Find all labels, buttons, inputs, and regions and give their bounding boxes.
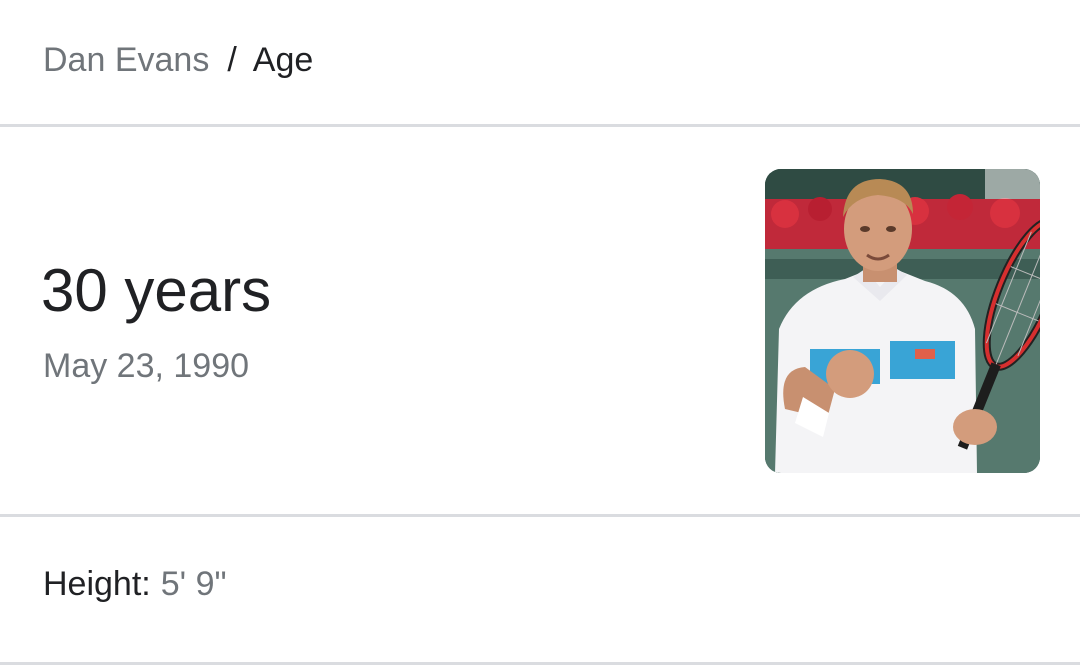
- breadcrumb-current: Age: [252, 41, 314, 79]
- divider: [0, 124, 1080, 127]
- knowledge-panel: Dan Evans / Age 30 years May 23, 1990 He…: [0, 0, 1080, 666]
- fact-value: 5' 9": [160, 565, 227, 603]
- breadcrumb-separator: /: [227, 41, 237, 79]
- breadcrumb: Dan Evans / Age: [43, 38, 313, 82]
- fact-label[interactable]: Height:: [43, 565, 151, 603]
- divider: [0, 662, 1080, 665]
- breadcrumb-parent-link[interactable]: Dan Evans: [43, 41, 209, 79]
- divider: [0, 514, 1080, 517]
- answer-birth-date: May 23, 1990: [43, 347, 250, 385]
- answer-value: 30 years: [41, 257, 272, 324]
- tennis-player-photo-icon: [765, 169, 1040, 473]
- fact-height: Height: 5' 9": [43, 562, 227, 606]
- player-photo[interactable]: [765, 169, 1040, 473]
